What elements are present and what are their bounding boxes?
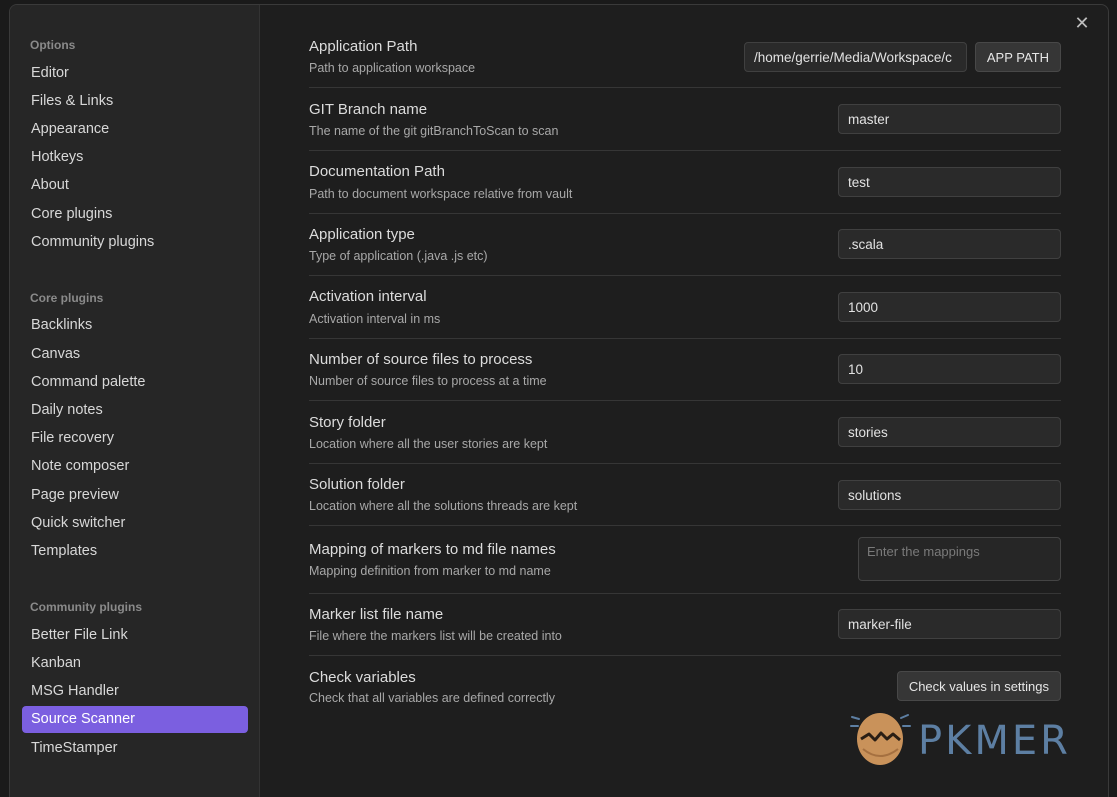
application-type-input[interactable] (838, 229, 1061, 259)
sidebar-item-better-file-link[interactable]: Better File Link (22, 622, 248, 649)
setting-description: Location where all the solutions threads… (309, 499, 578, 513)
sidebar-item-core-plugins[interactable]: Core plugins (22, 201, 248, 228)
setting-description: Activation interval in ms (309, 312, 441, 326)
setting-solution-folder: Solution folder Location where all the s… (309, 464, 1061, 526)
setting-check-variables: Check variables Check that all variables… (309, 656, 1061, 716)
sidebar-item-editor[interactable]: Editor (22, 60, 248, 87)
sidebar-group-community-plugins: Community plugins (30, 600, 142, 614)
setting-name: Solution folder (309, 476, 405, 493)
setting-description: File where the markers list will be crea… (309, 629, 562, 643)
sidebar-item-file-recovery[interactable]: File recovery (22, 425, 248, 452)
sidebar-item-source-scanner[interactable]: Source Scanner (22, 706, 248, 733)
sidebar-item-community-plugins[interactable]: Community plugins (22, 229, 248, 256)
setting-marker-list-file: Marker list file name File where the mar… (309, 594, 1061, 656)
application-path-input[interactable] (744, 42, 967, 72)
setting-marker-mapping: Mapping of markers to md file names Mapp… (309, 526, 1061, 594)
sidebar-group-core-plugins: Core plugins (30, 291, 104, 305)
sidebar-item-note-composer[interactable]: Note composer (22, 453, 248, 480)
pkmer-logo-icon (850, 713, 911, 765)
sidebar-item-msg-handler[interactable]: MSG Handler (22, 678, 248, 705)
pkmer-watermark: PKMER (849, 709, 1099, 769)
story-folder-input[interactable] (838, 417, 1061, 447)
setting-name: Story folder (309, 414, 386, 431)
setting-number-of-source-files: Number of source files to process Number… (309, 339, 1061, 401)
setting-name: Application Path (309, 38, 418, 55)
setting-name: Marker list file name (309, 606, 444, 623)
sidebar-item-daily-notes[interactable]: Daily notes (22, 397, 248, 424)
pkmer-watermark-text: PKMER (918, 718, 1071, 764)
sidebar-item-page-preview[interactable]: Page preview (22, 482, 248, 509)
marker-file-input[interactable] (838, 609, 1061, 639)
setting-name: Check variables (309, 669, 416, 686)
sidebar-item-canvas[interactable]: Canvas (22, 341, 248, 368)
sidebar-item-hotkeys[interactable]: Hotkeys (22, 144, 248, 171)
setting-application-type: Application type Type of application (.j… (309, 214, 1061, 276)
close-icon[interactable]: ✕ (1072, 13, 1092, 33)
settings-modal: Options Editor Files & Links Appearance … (9, 4, 1109, 797)
mappings-textarea[interactable] (858, 537, 1061, 581)
setting-description: Check that all variables are defined cor… (309, 691, 555, 705)
settings-sidebar: Options Editor Files & Links Appearance … (10, 5, 260, 797)
sidebar-group-options: Options (30, 38, 76, 52)
sidebar-item-backlinks[interactable]: Backlinks (22, 312, 248, 339)
setting-description: Path to application workspace (309, 61, 476, 75)
sidebar-item-about[interactable]: About (22, 172, 248, 199)
setting-application-path: Application Path Path to application wor… (309, 33, 1061, 88)
setting-name: Mapping of markers to md file names (309, 541, 556, 558)
setting-description: Location where all the user stories are … (309, 437, 548, 451)
activation-interval-input[interactable] (838, 292, 1061, 322)
setting-activation-interval: Activation interval Activation interval … (309, 276, 1061, 339)
number-of-files-input[interactable] (838, 354, 1061, 384)
settings-content: ✕ Application Path Path to application w… (261, 5, 1108, 797)
setting-description: Path to document workspace relative from… (309, 187, 573, 201)
setting-git-branch: GIT Branch name The name of the git gitB… (309, 88, 1061, 151)
solution-folder-input[interactable] (838, 480, 1061, 510)
setting-description: Mapping definition from marker to md nam… (309, 564, 551, 578)
app-path-button[interactable]: APP PATH (974, 42, 1061, 72)
setting-description: Type of application (.java .js etc) (309, 249, 488, 263)
setting-name: Documentation Path (309, 163, 445, 180)
git-branch-input[interactable] (838, 104, 1061, 134)
documentation-path-input[interactable] (838, 167, 1061, 197)
setting-name: GIT Branch name (309, 101, 428, 118)
setting-name: Activation interval (309, 288, 427, 305)
sidebar-item-command-palette[interactable]: Command palette (22, 369, 248, 396)
setting-story-folder: Story folder Location where all the user… (309, 401, 1061, 464)
setting-name: Application type (309, 226, 415, 243)
sidebar-item-files-links[interactable]: Files & Links (22, 88, 248, 115)
setting-description: Number of source files to process at a t… (309, 374, 547, 388)
sidebar-item-templates[interactable]: Templates (22, 538, 248, 565)
sidebar-item-appearance[interactable]: Appearance (22, 116, 248, 143)
sidebar-item-quick-switcher[interactable]: Quick switcher (22, 510, 248, 537)
setting-description: The name of the git gitBranchToScan to s… (309, 124, 559, 138)
sidebar-item-timestamper[interactable]: TimeStamper (22, 735, 248, 762)
setting-name: Number of source files to process (309, 351, 533, 368)
setting-documentation-path: Documentation Path Path to document work… (309, 151, 1061, 214)
check-values-button[interactable]: Check values in settings (896, 671, 1061, 701)
sidebar-item-kanban[interactable]: Kanban (22, 650, 248, 677)
